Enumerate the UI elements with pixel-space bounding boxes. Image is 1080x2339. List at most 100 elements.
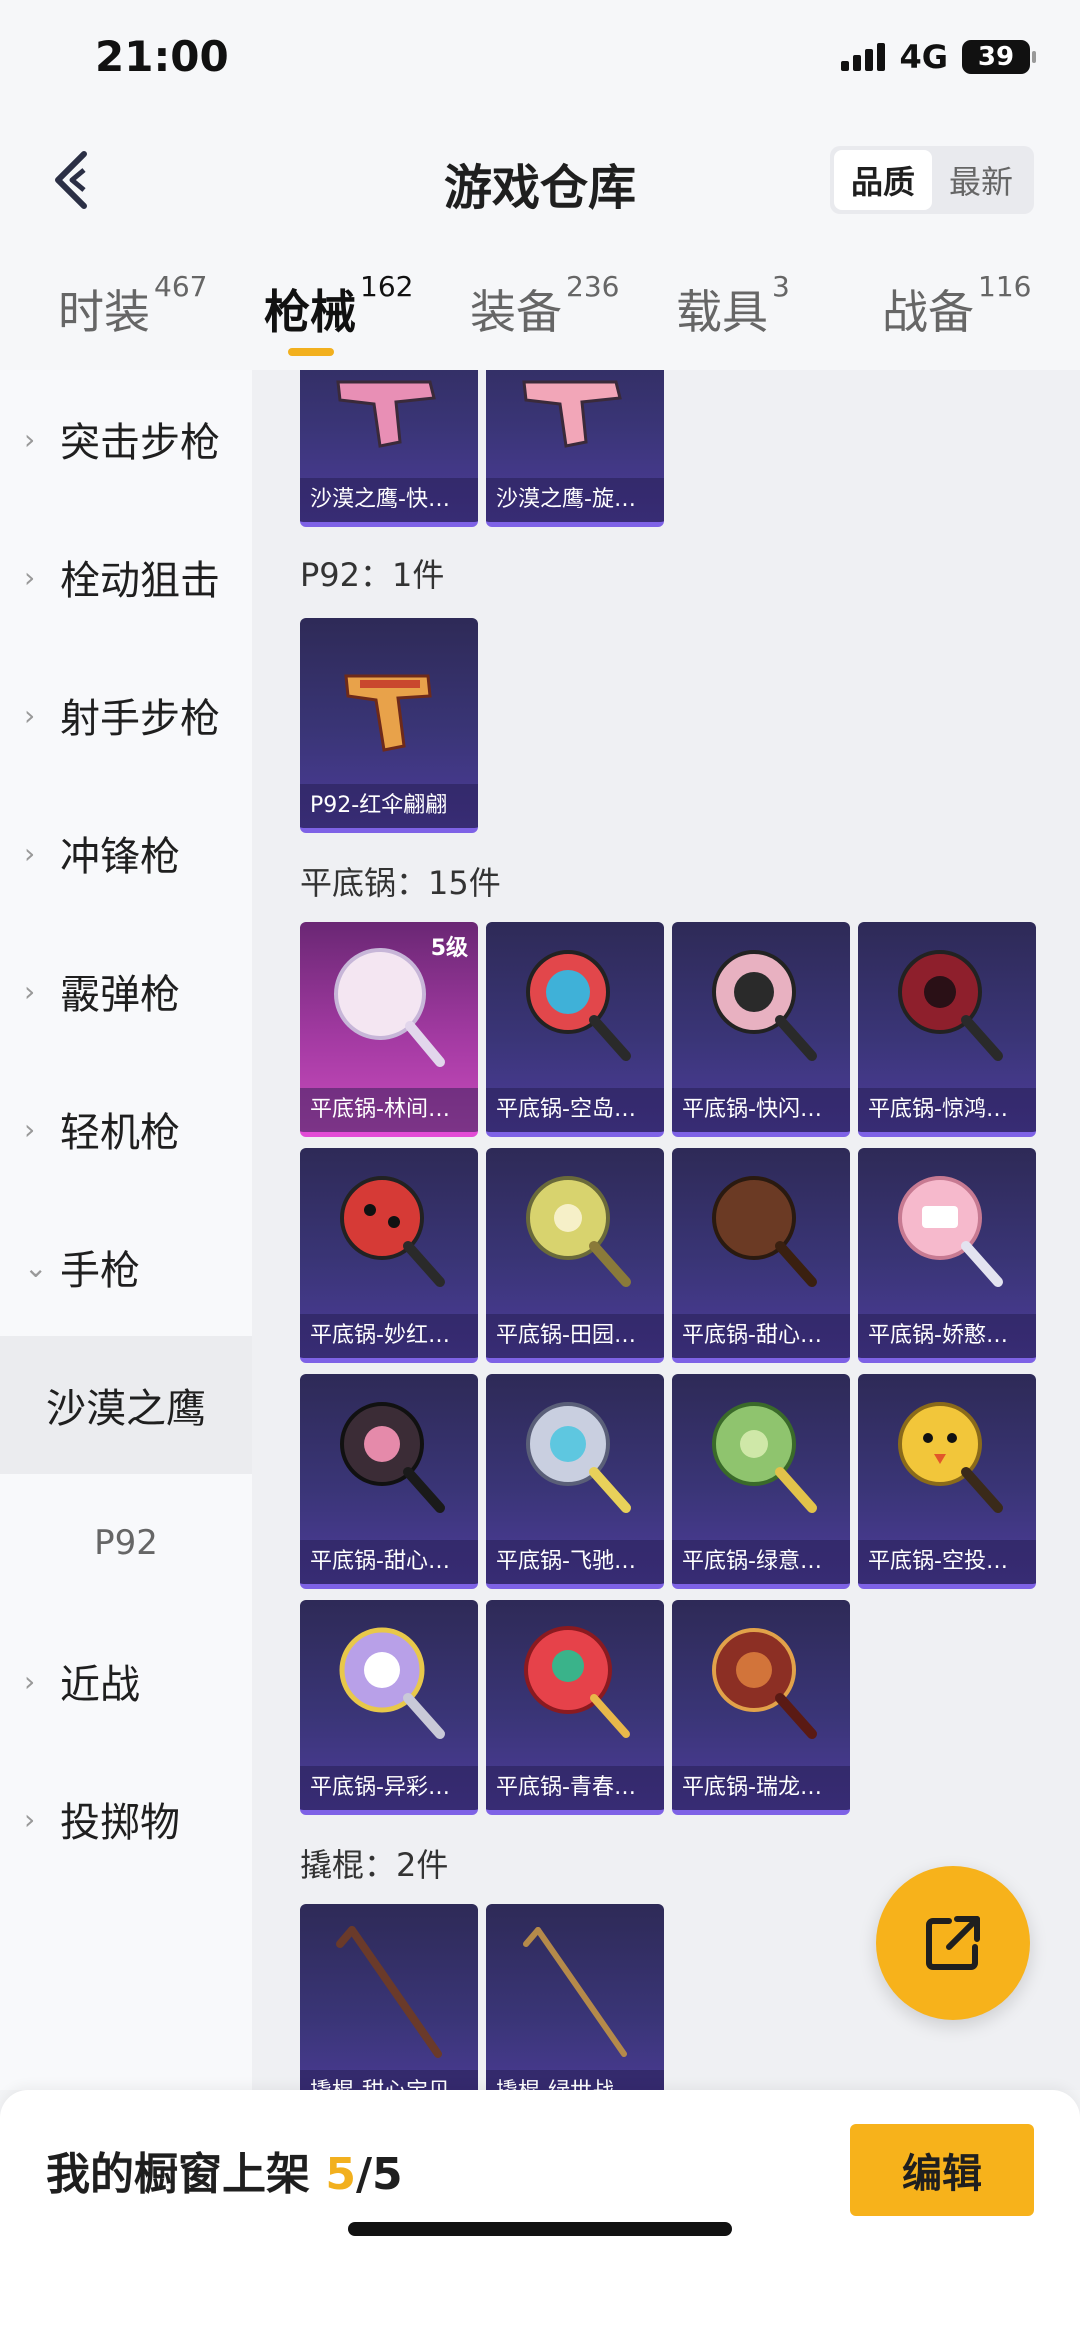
sort-option-quality[interactable]: 品质	[834, 150, 932, 210]
tab-fashion[interactable]: 时装 467	[58, 270, 207, 342]
sidebar-item-shotgun[interactable]: › 霰弹枪	[0, 922, 252, 1060]
share-export-icon	[926, 1916, 980, 1970]
crowbar-icon	[523, 1927, 627, 2057]
item-card[interactable]: 撬棍-甜心宝贝	[300, 1904, 478, 2090]
chevron-right-icon: ›	[24, 836, 36, 870]
pan-icon	[340, 1176, 445, 1287]
sidebar-item-label: 冲锋枪	[60, 834, 180, 880]
pink-pistol-icon	[336, 380, 436, 448]
item-card[interactable]: 平底锅-异彩…	[300, 1600, 478, 1815]
pan-icon	[526, 950, 631, 1061]
status-bar: 21:00 4G 39	[0, 0, 1080, 120]
item-label: 撬棍-甜心宝贝	[300, 2070, 478, 2090]
tab-active-indicator	[288, 348, 334, 356]
shelf-current-count: 5	[325, 2149, 356, 2200]
sidebar-item-pistol[interactable]: ⌄ 手枪	[0, 1198, 252, 1336]
item-level-badge: 5级	[430, 936, 468, 961]
back-icon[interactable]	[50, 148, 100, 212]
sidebar: › 突击步枪 › 栓动狙击 › 射手步枪 › 冲锋枪 › 霰弹枪 › 轻机枪 ⌄ 手枪 沙漠之…	[0, 370, 252, 2090]
signal-icon	[841, 43, 886, 71]
tab-supplies[interactable]: 战备 116	[882, 270, 1031, 342]
tab-count: 467	[154, 270, 208, 303]
item-label: 平底锅-甜心…	[672, 1314, 850, 1358]
share-button[interactable]	[876, 1866, 1030, 2020]
tab-count: 116	[978, 270, 1032, 303]
item-label: 平底锅-妙红…	[300, 1314, 478, 1358]
pan-icon	[340, 1402, 445, 1513]
item-card[interactable]: 平底锅-绿意…	[672, 1374, 850, 1589]
item-card[interactable]: 平底锅-瑞龙…	[672, 1600, 850, 1815]
sidebar-item-label: 栓动狙击	[60, 558, 220, 604]
pan-icon	[712, 1176, 817, 1287]
pan-icon	[526, 1402, 631, 1513]
item-card[interactable]: 平底锅-惊鸿…	[858, 922, 1036, 1137]
item-card[interactable]: 平底锅-田园…	[486, 1148, 664, 1363]
item-label: 平底锅-绿意…	[672, 1540, 850, 1584]
sidebar-item-marksman-rifle[interactable]: › 射手步枪	[0, 646, 252, 784]
section-title-p92: P92：1件	[300, 556, 445, 594]
pan-icon	[712, 950, 817, 1061]
item-card[interactable]: 5级 平底锅-林间…	[300, 922, 478, 1137]
chevron-right-icon: ›	[24, 974, 36, 1008]
chevron-right-icon: ›	[24, 1664, 36, 1698]
tab-equipment[interactable]: 装备 236	[470, 270, 619, 342]
tab-weapons[interactable]: 枪械 162	[264, 270, 413, 342]
tab-label: 载具	[676, 285, 768, 339]
item-label: 平底锅-田园…	[486, 1314, 664, 1358]
battery-level: 39	[977, 42, 1015, 72]
tab-count: 236	[566, 270, 620, 303]
sidebar-item-p92[interactable]: P92	[0, 1474, 252, 1612]
status-indicators: 4G 39	[841, 38, 1036, 76]
sidebar-item-desert-eagle[interactable]: 沙漠之鹰	[0, 1336, 252, 1474]
chevron-down-icon: ⌄	[24, 1250, 48, 1284]
sidebar-item-lmg[interactable]: › 轻机枪	[0, 1060, 252, 1198]
item-label: 平底锅-惊鸿…	[858, 1088, 1036, 1132]
sidebar-item-label: 轻机枪	[60, 1110, 180, 1156]
pan-icon	[526, 1176, 631, 1287]
category-tabs: 时装 467 枪械 162 装备 236 载具 3 战备 116	[0, 240, 1080, 370]
tab-count: 3	[772, 270, 790, 303]
item-label: 平底锅-林间…	[300, 1088, 478, 1132]
item-label: 平底锅-快闪…	[672, 1088, 850, 1132]
item-card[interactable]: 平底锅-娇憨…	[858, 1148, 1036, 1363]
item-label: 平底锅-甜心…	[300, 1540, 478, 1584]
pink-pistol-icon	[522, 380, 622, 448]
sidebar-item-label: 沙漠之鹰	[46, 1386, 206, 1432]
sort-option-latest[interactable]: 最新	[932, 150, 1030, 210]
item-card[interactable]: 平底锅-青春…	[486, 1600, 664, 1815]
item-card[interactable]: 沙漠之鹰-旋…	[486, 370, 664, 527]
item-card[interactable]: 平底锅-甜心…	[672, 1148, 850, 1363]
sidebar-item-smg[interactable]: › 冲锋枪	[0, 784, 252, 922]
item-card[interactable]: P92-红伞翩翩	[300, 618, 478, 833]
pan-icon	[712, 1402, 817, 1513]
tab-vehicles[interactable]: 载具 3	[676, 270, 790, 342]
shelf-total-count: /5	[355, 2149, 403, 2200]
home-indicator	[348, 2222, 732, 2236]
item-grid-area: 沙漠之鹰-快… 沙漠之鹰-旋… P92：1件 P92-红伞翩翩 平底锅：15件 …	[252, 370, 1080, 2090]
sidebar-item-label: 近战	[60, 1662, 140, 1708]
item-card[interactable]: 平底锅-飞驰…	[486, 1374, 664, 1589]
sidebar-item-label: 手枪	[60, 1248, 140, 1294]
item-card[interactable]: 平底锅-妙红…	[300, 1148, 478, 1363]
item-label: 平底锅-空岛…	[486, 1088, 664, 1132]
item-card[interactable]: 沙漠之鹰-快…	[300, 370, 478, 527]
section-title-crowbar: 撬棍：2件	[300, 1846, 449, 1884]
sidebar-item-melee[interactable]: › 近战	[0, 1612, 252, 1750]
item-label: 撬棍-绿世战	[486, 2070, 664, 2090]
item-card[interactable]: 平底锅-快闪…	[672, 922, 850, 1137]
sidebar-item-bolt-sniper[interactable]: › 栓动狙击	[0, 508, 252, 646]
sidebar-item-throwables[interactable]: › 投掷物	[0, 1750, 252, 1888]
sidebar-item-label: 射手步枪	[60, 696, 220, 742]
item-card[interactable]: 撬棍-绿世战	[486, 1904, 664, 2090]
section-title-pan: 平底锅：15件	[300, 864, 501, 902]
tab-count: 162	[360, 270, 414, 303]
sidebar-item-label: 投掷物	[60, 1800, 180, 1846]
item-label: 平底锅-娇憨…	[858, 1314, 1036, 1358]
pan-icon	[898, 1402, 1003, 1513]
bottom-bar: 我的橱窗上架 5/5 编辑	[0, 2090, 1080, 2339]
item-card[interactable]: 平底锅-甜心…	[300, 1374, 478, 1589]
edit-button[interactable]: 编辑	[850, 2124, 1034, 2216]
item-card[interactable]: 平底锅-空岛…	[486, 922, 664, 1137]
sidebar-item-assault-rifle[interactable]: › 突击步枪	[0, 370, 252, 508]
item-card[interactable]: 平底锅-空投…	[858, 1374, 1036, 1589]
